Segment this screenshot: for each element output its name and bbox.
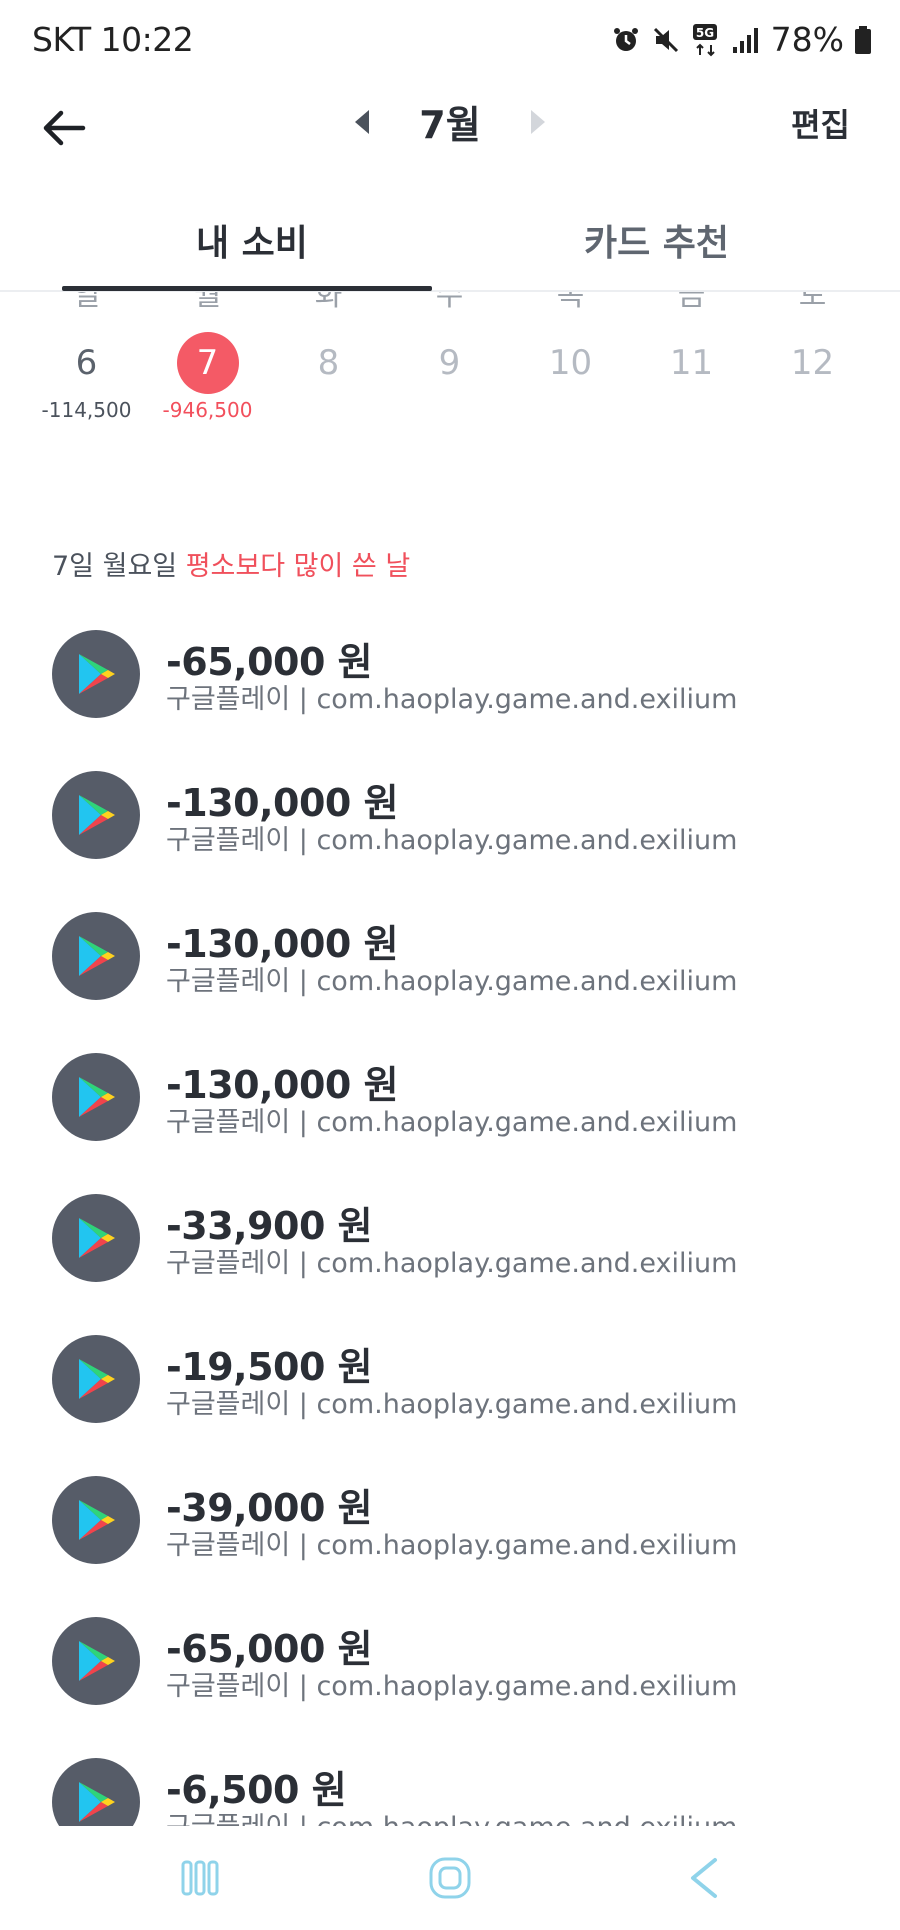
- transaction-detail: 구글플레이 | com.haoplay.game.and.exilium: [166, 825, 738, 856]
- google-play-icon: [52, 912, 140, 1000]
- home-icon: [429, 1857, 471, 1899]
- weekday-label: 월: [193, 292, 222, 313]
- google-play-icon: [52, 1053, 140, 1141]
- day-number: 12: [790, 343, 835, 383]
- google-play-icon: [52, 1617, 140, 1705]
- system-nav-bar: [0, 1826, 900, 1930]
- tab-card-recommendation[interactable]: 카드 추천: [584, 214, 729, 266]
- back-nav-button[interactable]: [674, 1852, 734, 1904]
- weekday-label: 화: [314, 292, 343, 313]
- edit-button[interactable]: 편집: [791, 100, 850, 146]
- calendar-day-selected[interactable]: 7 -946,500: [147, 332, 268, 424]
- weekday-label: 토: [798, 292, 827, 313]
- transaction-item[interactable]: -130,000 원 구글플레이 | com.haoplay.game.and.…: [52, 907, 852, 1007]
- transaction-detail: 구글플레이 | com.haoplay.game.and.exilium: [166, 684, 738, 715]
- month-navigator: 7월: [0, 94, 900, 149]
- day-total: -946,500: [162, 398, 253, 422]
- google-play-icon: [52, 1476, 140, 1564]
- summary-date: 7일 월요일: [52, 551, 178, 582]
- google-play-icon: [52, 1335, 140, 1423]
- tab-my-spending[interactable]: 내 소비: [196, 214, 308, 266]
- transaction-item[interactable]: -65,000 원 구글플레이 | com.haoplay.game.and.e…: [52, 625, 852, 725]
- tab-bar: 내 소비 카드 추천: [0, 194, 900, 292]
- day-number: 11: [669, 343, 714, 383]
- status-bar: SKT 10:22 5G 78%: [0, 0, 900, 84]
- google-play-icon: [52, 1194, 140, 1282]
- transaction-detail: 구글플레이 | com.haoplay.game.and.exilium: [166, 1389, 738, 1420]
- weekday-header: 일 월 화 수 목 금 토: [26, 292, 886, 314]
- transaction-detail: 구글플레이 | com.haoplay.game.and.exilium: [166, 1530, 738, 1561]
- recents-button[interactable]: [170, 1852, 230, 1904]
- transaction-detail: 구글플레이 | com.haoplay.game.and.exilium: [166, 1805, 737, 1826]
- triangle-right-icon: [530, 109, 545, 134]
- transaction-detail: 구글플레이 | com.haoplay.game.and.exilium: [166, 966, 738, 997]
- day-summary: 7일 월요일 평소보다 많이 쓴 날: [52, 544, 410, 583]
- prev-month-button[interactable]: [347, 102, 377, 142]
- header: 7월 편집: [0, 84, 900, 194]
- transaction-item[interactable]: -65,000 원 구글플레이 | com.haoplay.game.and.e…: [52, 1612, 852, 1712]
- network-badge-text: 5G: [696, 26, 714, 40]
- transaction-item[interactable]: -6,500 원 구글플레이 | com.haoplay.game.and.ex…: [52, 1753, 852, 1826]
- day-number: 10: [548, 343, 593, 383]
- summary-highlight: 평소보다 많이 쓴 날: [185, 551, 411, 582]
- calendar-day[interactable]: 11: [631, 332, 752, 424]
- carrier-time: SKT 10:22: [32, 20, 194, 59]
- battery-icon: [854, 22, 872, 58]
- calendar-day[interactable]: 9: [389, 332, 510, 424]
- tab-indicator: [62, 286, 432, 291]
- next-month-button[interactable]: [523, 102, 553, 142]
- weekday-label: 일: [72, 292, 101, 313]
- day-row: 6 -114,500 7 -946,500 8 9 10 11 12: [26, 332, 886, 424]
- day-number: 7: [176, 332, 239, 394]
- recents-icon: [181, 1860, 219, 1896]
- weekday-label: 금: [677, 292, 706, 313]
- calendar-day[interactable]: 8: [268, 332, 389, 424]
- week-calendar: 일 월 화 수 목 금 토 6 -114,500 7 -946,500 8 9 …: [0, 292, 900, 472]
- mute-icon: [651, 22, 681, 58]
- transaction-item[interactable]: -130,000 원 구글플레이 | com.haoplay.game.and.…: [52, 1048, 852, 1148]
- transaction-item[interactable]: -130,000 원 구글플레이 | com.haoplay.game.and.…: [52, 766, 852, 866]
- transaction-detail: 구글플레이 | com.haoplay.game.and.exilium: [166, 1248, 738, 1279]
- home-button[interactable]: [420, 1852, 480, 1904]
- triangle-left-icon: [355, 109, 370, 134]
- transaction-item[interactable]: -39,000 원 구글플레이 | com.haoplay.game.and.e…: [52, 1471, 852, 1571]
- day-total: -114,500: [41, 398, 132, 422]
- google-play-icon: [52, 1758, 140, 1826]
- weekday-label: 목: [556, 292, 585, 313]
- calendar-day[interactable]: 10: [510, 332, 631, 424]
- signal-icon: [731, 22, 761, 58]
- google-play-icon: [52, 630, 140, 718]
- weekday-label: 수: [435, 292, 464, 313]
- chevron-left-icon: [691, 1858, 717, 1898]
- battery-percent: 78%: [770, 20, 844, 59]
- transaction-list: -65,000 원 구글플레이 | com.haoplay.game.and.e…: [0, 620, 900, 1826]
- status-icons: 5G 78%: [611, 20, 872, 59]
- google-play-icon: [52, 771, 140, 859]
- day-number: 6: [75, 343, 98, 383]
- day-number: 9: [438, 343, 461, 383]
- transaction-item[interactable]: -19,500 원 구글플레이 | com.haoplay.game.and.e…: [52, 1330, 852, 1430]
- alarm-icon: [611, 22, 641, 58]
- transaction-detail: 구글플레이 | com.haoplay.game.and.exilium: [166, 1107, 738, 1138]
- month-title: 7월: [419, 103, 481, 147]
- transaction-item[interactable]: -33,900 원 구글플레이 | com.haoplay.game.and.e…: [52, 1189, 852, 1289]
- day-number: 8: [317, 343, 340, 383]
- 5g-icon: 5G: [691, 22, 721, 58]
- calendar-day[interactable]: 12: [752, 332, 873, 424]
- calendar-day[interactable]: 6 -114,500: [26, 332, 147, 424]
- transaction-detail: 구글플레이 | com.haoplay.game.and.exilium: [166, 1671, 738, 1702]
